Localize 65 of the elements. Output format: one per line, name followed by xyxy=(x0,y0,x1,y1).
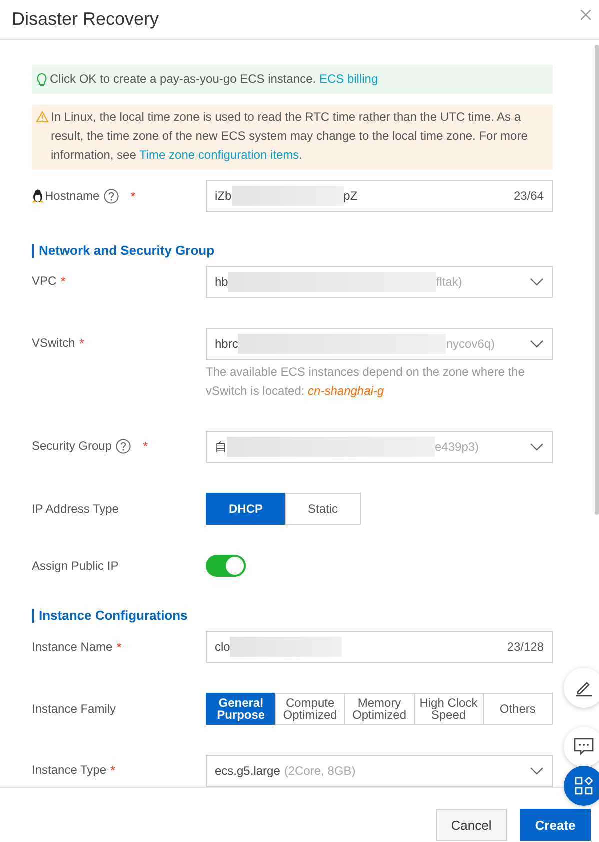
required-asterisk: * xyxy=(116,640,122,654)
scrollbar[interactable] xyxy=(595,45,599,515)
field-value: clo xyxy=(215,640,230,654)
chevron-down-icon xyxy=(530,443,544,451)
field-value: fltak) xyxy=(436,275,462,289)
segment-option[interactable]: General Purpose xyxy=(206,693,276,725)
notice-text: Click OK to create a pay-as-you-go ECS instance. ECS billing xyxy=(50,71,378,88)
field-detail: (2Core, 8GB) xyxy=(284,764,356,778)
required-asterisk: * xyxy=(110,763,116,778)
field-value: e439p3) xyxy=(435,440,480,454)
select-field[interactable]: ecs.g5.large (2Core, 8GB) xyxy=(206,755,553,787)
section-heading: Instance Configurations xyxy=(32,609,553,623)
field-label: Instance Type xyxy=(32,763,106,777)
field-label: Security Group xyxy=(32,439,112,453)
create-button[interactable]: Create xyxy=(520,809,591,841)
notice-text: In Linux, the local time zone is used to read the RTC time rather than the UTC time. As a result, the time zone of the new ECS system may change to the local time zone. For more information, see Time zone configuration items. xyxy=(51,109,529,164)
field-label: IP Address Type xyxy=(32,502,119,516)
field-value: 自 xyxy=(215,438,227,456)
character-counter: 23/128 xyxy=(507,640,544,654)
select-field[interactable]: 自 e439p3) xyxy=(206,431,553,463)
lightbulb-icon xyxy=(36,73,48,87)
segment-option[interactable]: Memory Optimized xyxy=(344,693,415,725)
apps-float-button[interactable] xyxy=(564,766,599,806)
field-value: ecs.g5.large xyxy=(215,764,280,778)
chevron-down-icon xyxy=(530,340,544,348)
field-value: pZ xyxy=(344,189,358,203)
feedback-float-button[interactable] xyxy=(564,727,599,767)
chevron-down-icon xyxy=(530,767,544,775)
close-icon[interactable] xyxy=(581,10,591,20)
field-label: Assign Public IP xyxy=(32,559,119,573)
text-field[interactable]: iZb pZ 23/64 xyxy=(206,180,553,212)
dialog-title: Disaster Recovery xyxy=(12,9,160,30)
chevron-down-icon xyxy=(530,278,544,286)
text-field[interactable]: clo 23/128 xyxy=(206,631,553,663)
segment-option[interactable]: Static xyxy=(285,493,362,525)
edit-float-button[interactable] xyxy=(564,668,599,708)
required-asterisk: * xyxy=(60,274,66,289)
required-asterisk: * xyxy=(79,336,84,351)
segment-option[interactable]: Others xyxy=(482,693,554,725)
field-label: Instance Family xyxy=(32,702,116,716)
field-value: iZb xyxy=(215,189,232,203)
segment-option[interactable]: Compute Optimized xyxy=(275,693,346,725)
field-value: hb xyxy=(215,275,228,289)
field-label: VPC xyxy=(32,274,57,288)
segment-option[interactable]: High Clock Speed xyxy=(414,693,484,725)
field-label: VSwitch xyxy=(32,336,76,350)
warning-icon xyxy=(36,111,49,123)
cancel-button[interactable]: Cancel xyxy=(436,809,507,841)
toggle-switch[interactable] xyxy=(206,555,246,577)
grid-icon xyxy=(575,777,593,795)
help-icon[interactable] xyxy=(104,188,119,204)
required-asterisk: * xyxy=(130,188,136,204)
section-heading: Network and Security Group xyxy=(32,244,553,258)
character-counter: 23/64 xyxy=(514,189,544,203)
chat-icon xyxy=(574,738,594,756)
field-value: nycov6q) xyxy=(446,337,496,351)
segment-option[interactable]: DHCP xyxy=(206,493,286,525)
required-asterisk: * xyxy=(143,439,148,454)
field-label: Instance Name xyxy=(32,640,113,654)
field-value: hbrc xyxy=(215,337,238,351)
help-icon[interactable] xyxy=(116,439,132,454)
hint-text: The available ECS instances depend on the zone where the vSwitch is located: cn-shanghai-g xyxy=(206,364,526,400)
field-label: Hostname xyxy=(45,189,100,203)
select-field[interactable]: hbrc nycov6q) xyxy=(206,328,553,360)
select-field[interactable]: hb fltak) xyxy=(206,266,553,298)
